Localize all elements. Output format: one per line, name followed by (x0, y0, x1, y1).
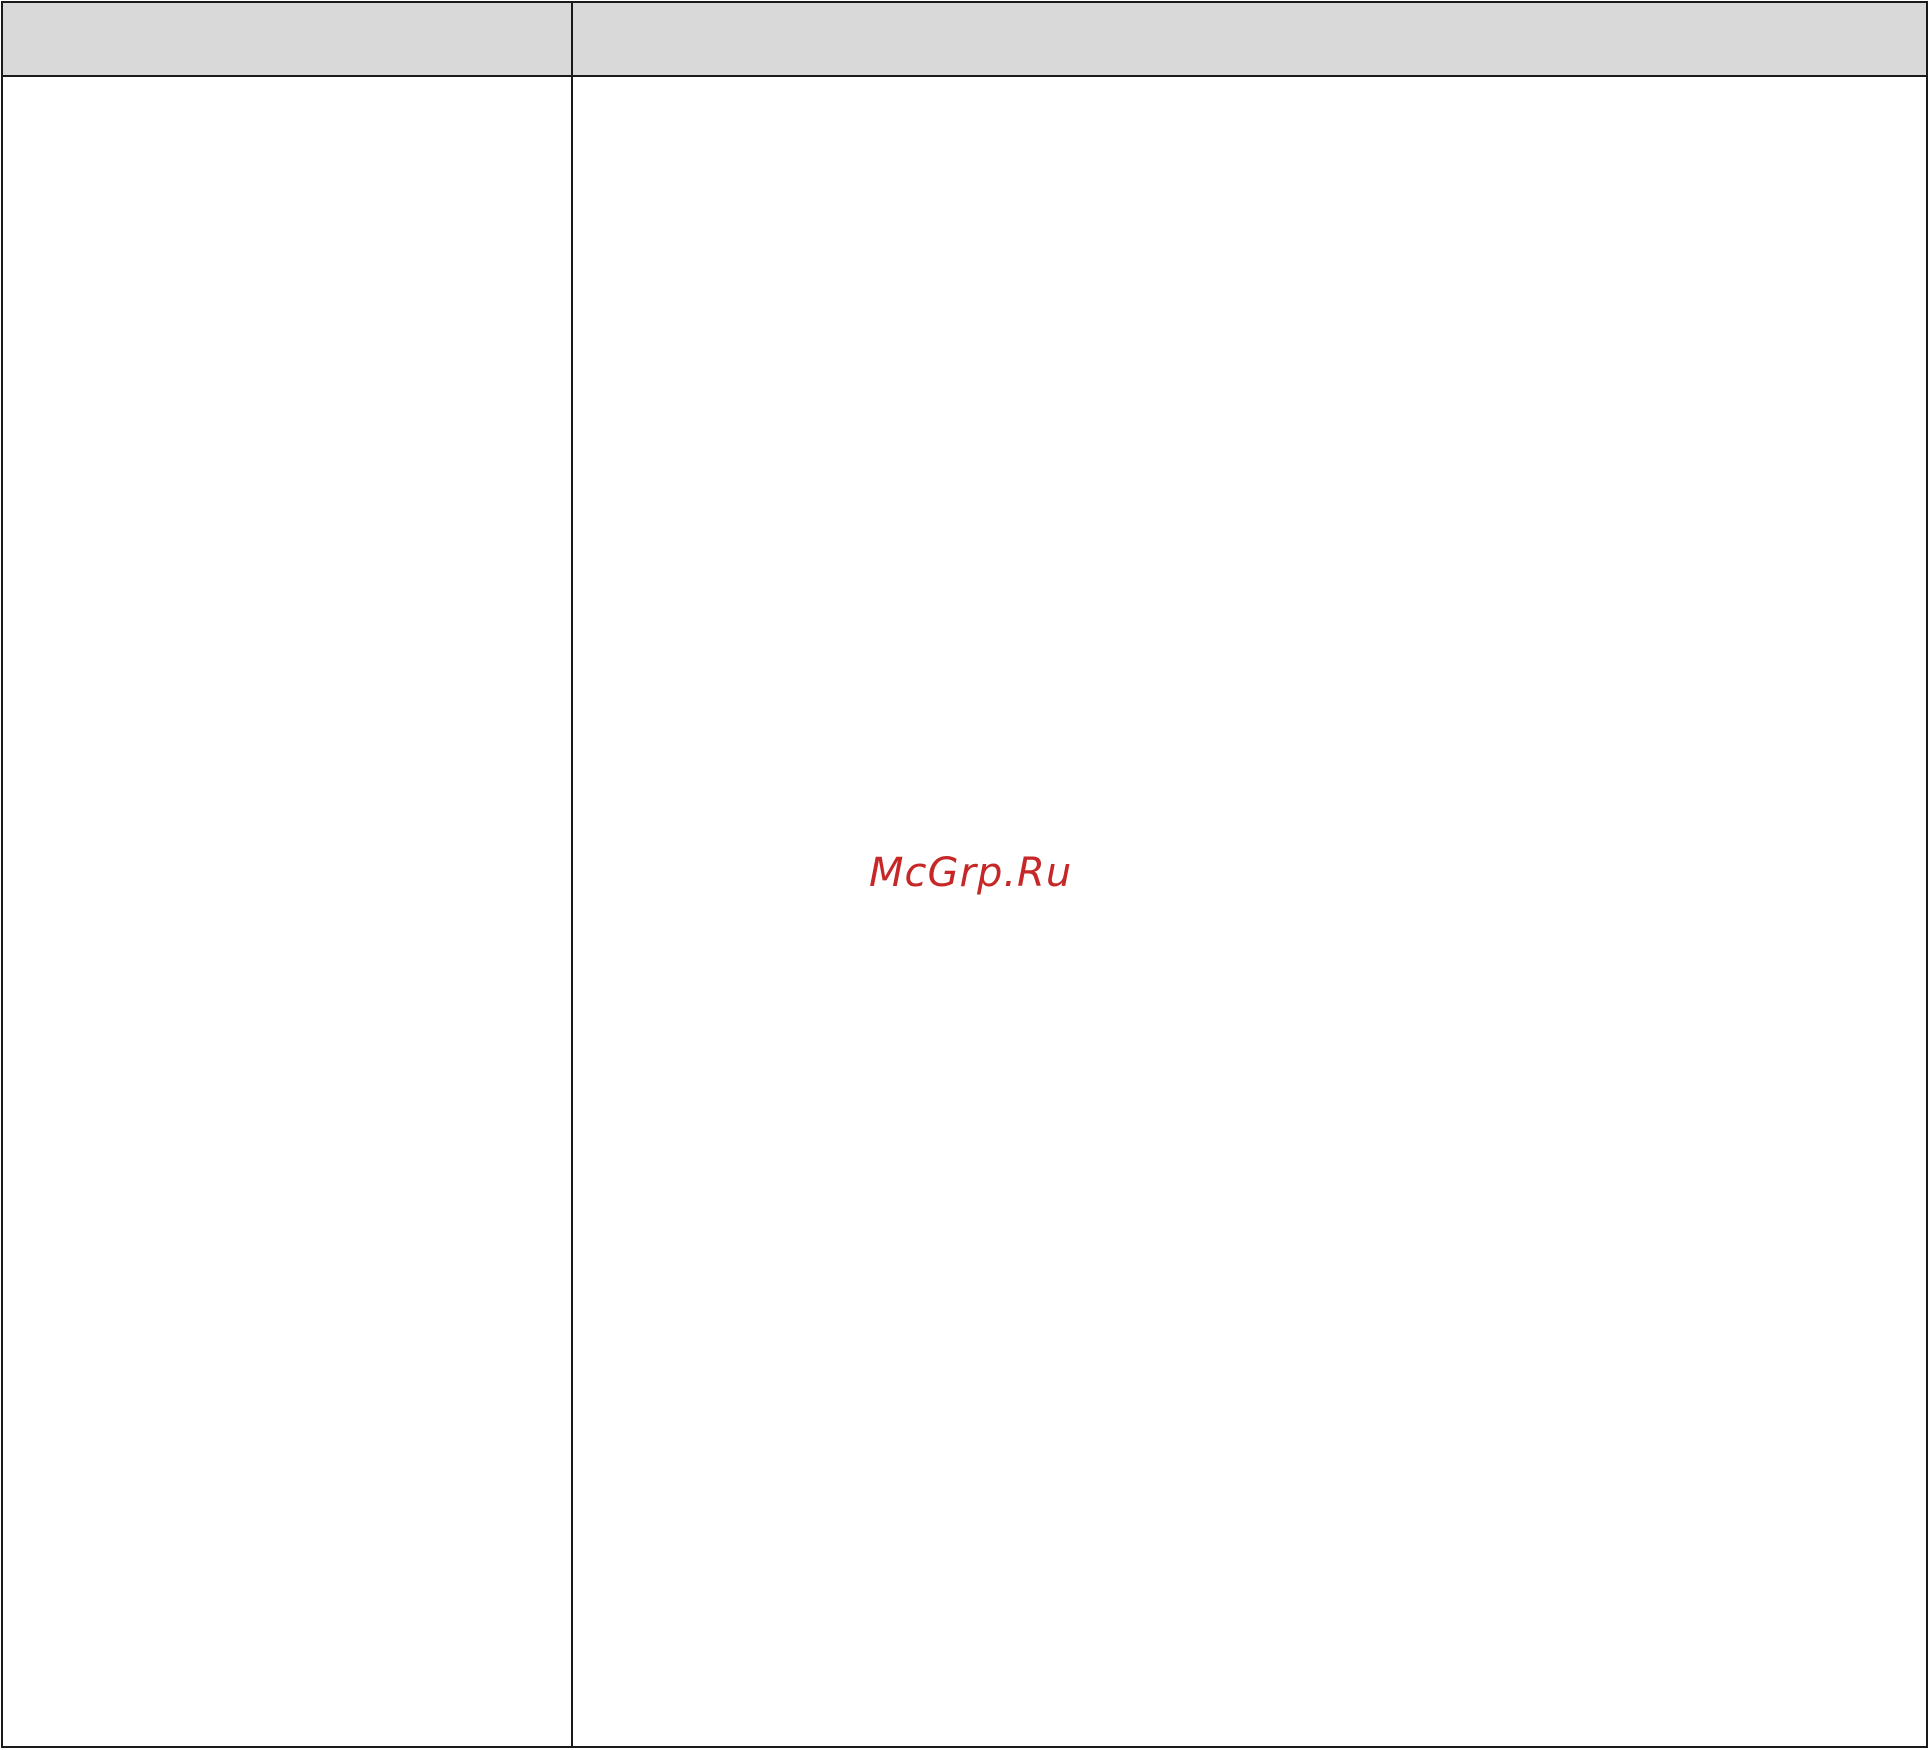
table-header-row (3, 3, 1926, 77)
body-cell-left (3, 77, 571, 1746)
watermark-text: McGrp.Ru (869, 850, 1073, 896)
table-body-row (3, 77, 1926, 1746)
header-cell-right (573, 3, 1926, 75)
column-divider (571, 3, 573, 1746)
header-cell-left (3, 3, 571, 75)
body-cell-right (573, 77, 1926, 1746)
